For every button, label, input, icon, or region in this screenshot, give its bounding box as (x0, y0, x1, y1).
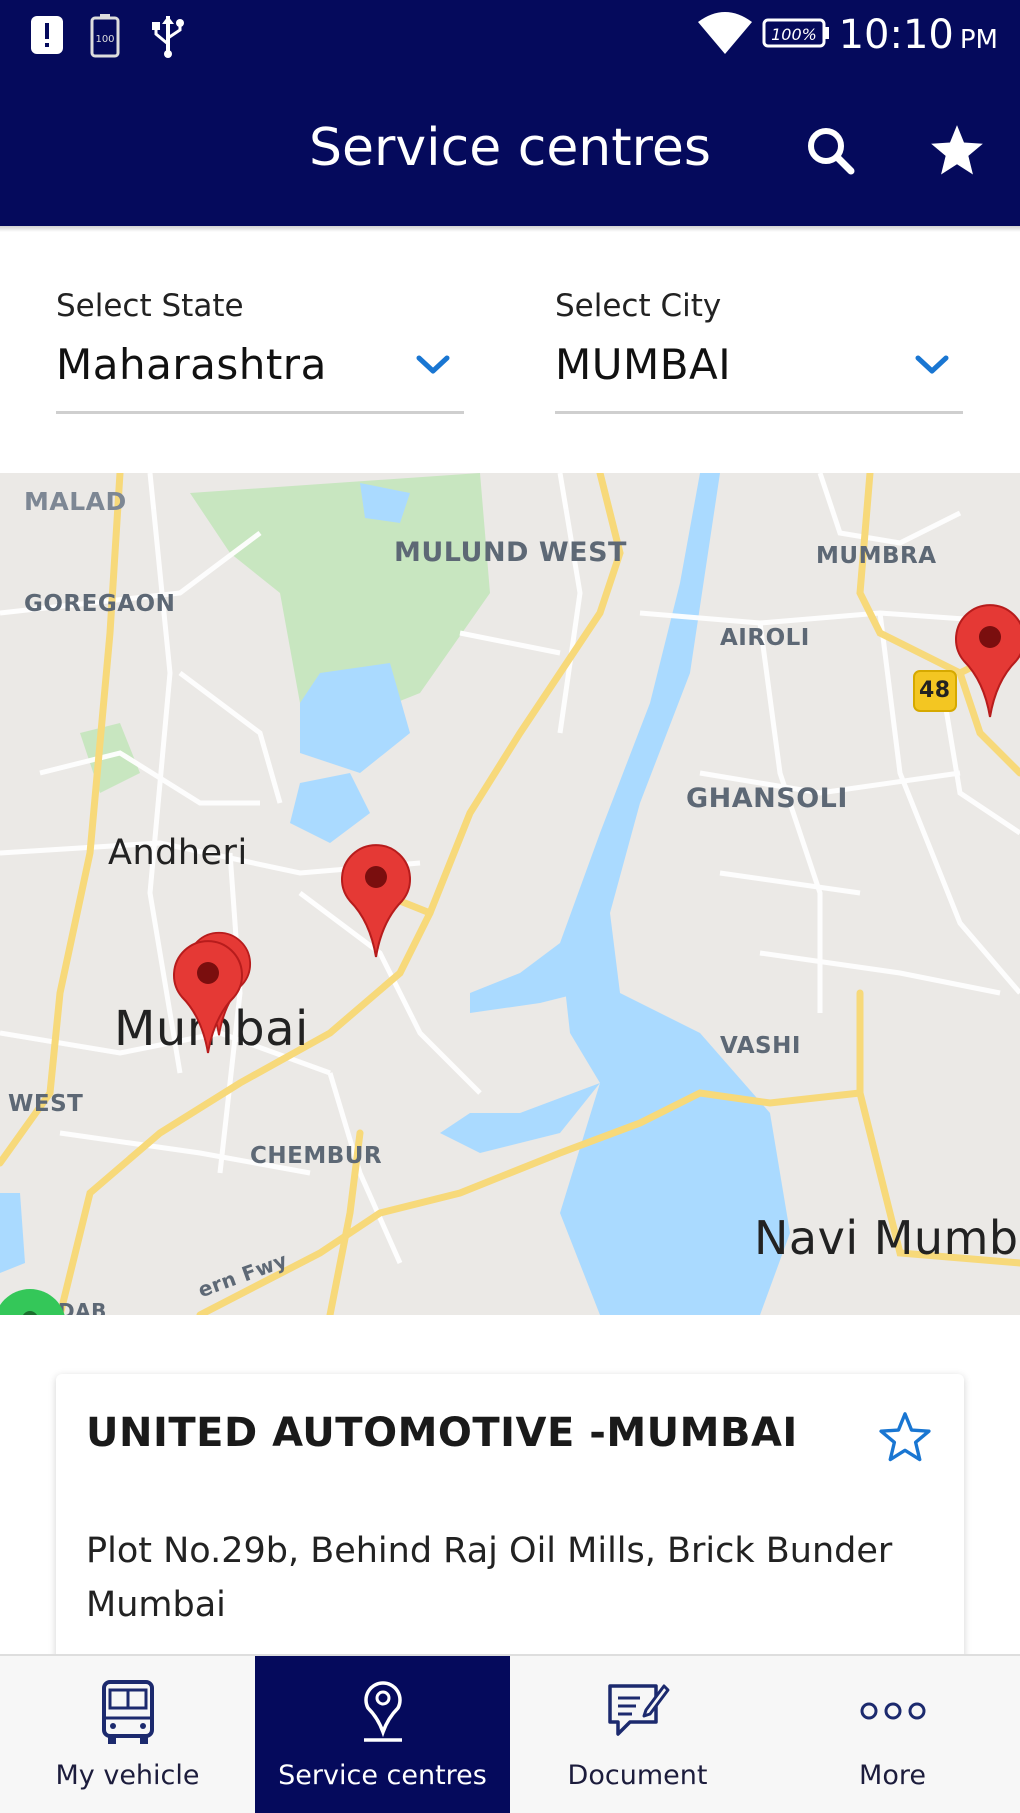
map-label-airoli: AIROLI (720, 625, 810, 651)
search-button[interactable] (796, 116, 866, 186)
map-label-ghansoli: GHANSOLI (686, 783, 848, 814)
more-dots-icon (860, 1702, 925, 1720)
map-label-goregaon: GOREGAON (24, 591, 176, 617)
battery-saver-icon: 100 (90, 14, 120, 63)
alert-icon (30, 14, 64, 61)
my-location-icon[interactable] (0, 1285, 70, 1315)
nav-label-my-vehicle: My vehicle (55, 1760, 200, 1791)
map-view[interactable]: MALAD MULUND WEST MUMBRA GOREGAON AIROLI… (0, 473, 1020, 1315)
city-dropdown[interactable]: Select City MUMBAI (555, 288, 963, 414)
document-chat-icon (607, 1684, 669, 1736)
map-pin[interactable] (954, 601, 1020, 719)
map-label-andheri: Andheri (108, 833, 248, 873)
map-label-mulund-west: MULUND WEST (394, 537, 627, 568)
favorites-button[interactable] (922, 116, 992, 186)
bus-icon (101, 1680, 154, 1744)
app-bar-shadow (0, 226, 1020, 232)
clock: 10:10 PM (838, 12, 998, 58)
nav-label-service-centres: Service centres (278, 1760, 487, 1791)
state-dropdown[interactable]: Select State Maharashtra (56, 288, 464, 414)
map-pin[interactable] (172, 937, 244, 1055)
location-pin-icon (363, 1681, 402, 1742)
nav-document[interactable]: Document (510, 1656, 765, 1813)
wifi-icon (698, 12, 752, 59)
nav-label-document: Document (567, 1760, 708, 1791)
map-label-vashi: VASHI (720, 1033, 801, 1059)
star-icon (931, 125, 983, 175)
service-centre-card[interactable]: UNITED AUTOMOTIVE -MUMBAI Plot No.29b, B… (56, 1374, 964, 1674)
svg-text:100: 100 (95, 34, 114, 45)
chevron-down-icon (416, 355, 450, 374)
favorite-button[interactable] (876, 1410, 934, 1471)
battery-icon: 100% (762, 18, 830, 53)
nav-more[interactable]: More (765, 1656, 1020, 1813)
top-app-bar: 100 100% 10:10 PM Service centres (0, 0, 1020, 226)
service-centre-address: Plot No.29b, Behind Raj Oil Mills, Brick… (86, 1531, 893, 1625)
nav-service-centres[interactable]: Service centres (255, 1656, 510, 1813)
map-label-navi-mumbai: Navi Mumba (754, 1211, 1020, 1265)
page-title: Service centres (309, 118, 711, 178)
city-value: MUMBAI (555, 340, 732, 389)
map-label-malad: MALAD (24, 487, 127, 516)
status-bar: 100 100% 10:10 PM (0, 0, 1020, 74)
service-centre-name: UNITED AUTOMOTIVE -MUMBAI (86, 1410, 798, 1456)
bottom-navigation: My vehicle Service centres Document More (0, 1654, 1020, 1813)
map-label-chembur: CHEMBUR (250, 1143, 383, 1169)
state-label: Select State (56, 288, 244, 324)
search-icon (808, 128, 855, 175)
map-label-west: WEST (8, 1091, 84, 1117)
svg-text:100%: 100% (771, 25, 817, 44)
nav-label-more: More (859, 1760, 926, 1791)
state-value: Maharashtra (56, 340, 327, 389)
usb-icon (150, 14, 186, 63)
map-pin[interactable] (340, 841, 412, 959)
star-outline-icon (879, 1412, 931, 1462)
nav-my-vehicle[interactable]: My vehicle (0, 1656, 255, 1813)
chevron-down-icon (915, 355, 949, 374)
map-label-mumbra: MUMBRA (816, 543, 937, 569)
map-label-highway-48: 48 (919, 678, 951, 703)
city-label: Select City (555, 288, 722, 324)
